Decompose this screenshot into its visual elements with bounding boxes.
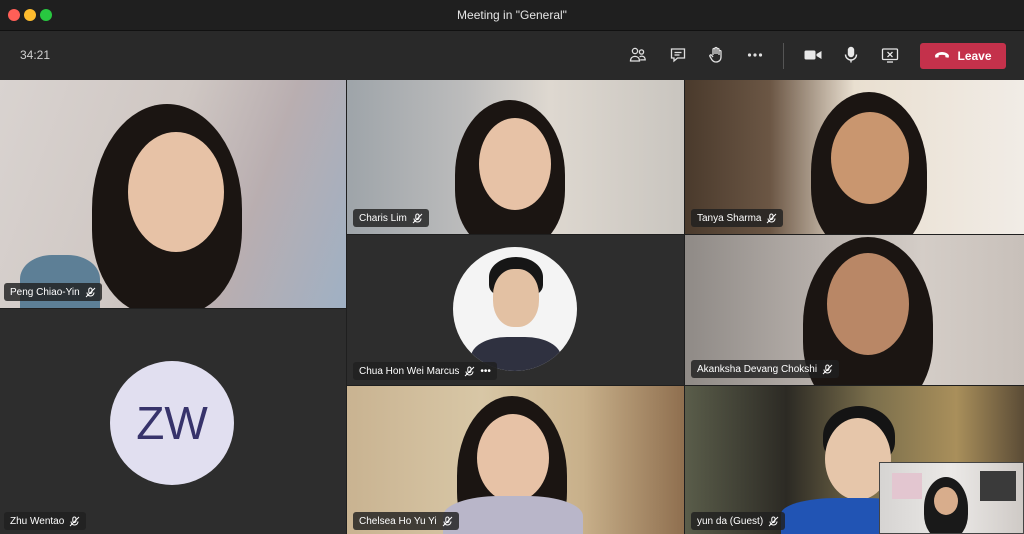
participant-tile-zhu-wentao[interactable]: ZW Zhu Wentao xyxy=(0,309,346,534)
participant-more-options[interactable]: ••• xyxy=(480,366,491,377)
muted-mic-icon xyxy=(822,364,833,375)
name-tag: Chelsea Ho Yu Yi xyxy=(353,512,459,530)
muted-mic-icon xyxy=(464,366,475,377)
muted-mic-icon xyxy=(412,213,423,224)
name-tag: yun da (Guest) xyxy=(691,512,786,530)
participant-name: Akanksha Devang Chokshi xyxy=(697,363,818,375)
muted-mic-icon xyxy=(768,516,779,527)
participant-shirt xyxy=(443,496,583,534)
leave-button[interactable]: Leave xyxy=(920,43,1006,69)
participant-tile-peng-chiao-yin[interactable]: Peng Chiao-Yin xyxy=(0,80,346,308)
participant-name: Peng Chiao-Yin xyxy=(10,286,80,298)
participant-name: yun da (Guest) xyxy=(697,515,764,527)
raise-hand-icon[interactable] xyxy=(704,43,728,67)
name-tag: Zhu Wentao xyxy=(4,512,87,530)
meeting-toolbar: 34:21 Leave xyxy=(0,31,1024,80)
participant-name: Zhu Wentao xyxy=(10,515,65,527)
phone-hangup-icon xyxy=(934,49,950,63)
participant-face xyxy=(479,118,551,210)
muted-mic-icon xyxy=(85,287,96,298)
wall-frame xyxy=(980,471,1016,501)
participant-tile-charis-lim[interactable]: Charis Lim xyxy=(347,80,684,234)
participant-tile-tanya-sharma[interactable]: Tanya Sharma xyxy=(685,80,1024,234)
participant-name: Charis Lim xyxy=(359,212,407,224)
participant-face xyxy=(128,132,224,252)
participant-name: Chua Hon Wei Marcus xyxy=(359,365,460,377)
muted-mic-icon xyxy=(766,213,777,224)
participant-name: Chelsea Ho Yu Yi xyxy=(359,515,437,527)
participants-icon[interactable] xyxy=(626,43,650,67)
video-grid: Peng Chiao-Yin Charis Lim Tanya Sharma C… xyxy=(0,80,1024,534)
participant-tile-chelsea-ho-yu-yi[interactable]: Chelsea Ho Yu Yi xyxy=(347,386,684,534)
name-tag: Chua Hon Wei Marcus ••• xyxy=(353,362,497,380)
chat-icon[interactable] xyxy=(666,43,690,67)
meeting-timer: 34:21 xyxy=(20,48,51,62)
name-tag: Peng Chiao-Yin xyxy=(4,283,102,301)
name-tag: Akanksha Devang Chokshi xyxy=(691,360,840,378)
share-screen-icon[interactable] xyxy=(878,43,902,67)
microphone-icon[interactable] xyxy=(839,43,863,67)
name-tag: Tanya Sharma xyxy=(691,209,784,227)
participant-face xyxy=(493,269,539,327)
title-bar: Meeting in "General" xyxy=(0,0,1024,31)
camera-icon[interactable] xyxy=(801,43,825,67)
wall-poster xyxy=(892,473,922,499)
muted-mic-icon xyxy=(442,516,453,527)
self-face xyxy=(934,487,958,515)
participant-tile-yun-da-guest[interactable]: yun da (Guest) xyxy=(685,386,1024,534)
participant-avatar-photo xyxy=(453,247,577,371)
participant-tile-akanksha-devang-chokshi[interactable]: Akanksha Devang Chokshi xyxy=(685,235,1024,385)
more-actions-icon[interactable] xyxy=(743,43,767,67)
toolbar-divider xyxy=(783,43,784,69)
participant-initials-avatar: ZW xyxy=(110,361,234,485)
participant-face xyxy=(831,112,909,204)
participant-name: Tanya Sharma xyxy=(697,212,762,224)
window-title: Meeting in "General" xyxy=(457,8,567,22)
name-tag: Charis Lim xyxy=(353,209,429,227)
participant-tile-chua-hon-wei-marcus[interactable]: Chua Hon Wei Marcus ••• xyxy=(347,235,684,385)
self-view-preview[interactable] xyxy=(879,462,1024,534)
leave-label: Leave xyxy=(957,49,992,63)
muted-mic-icon xyxy=(69,516,80,527)
participant-face xyxy=(477,414,549,502)
participant-face xyxy=(827,253,909,355)
